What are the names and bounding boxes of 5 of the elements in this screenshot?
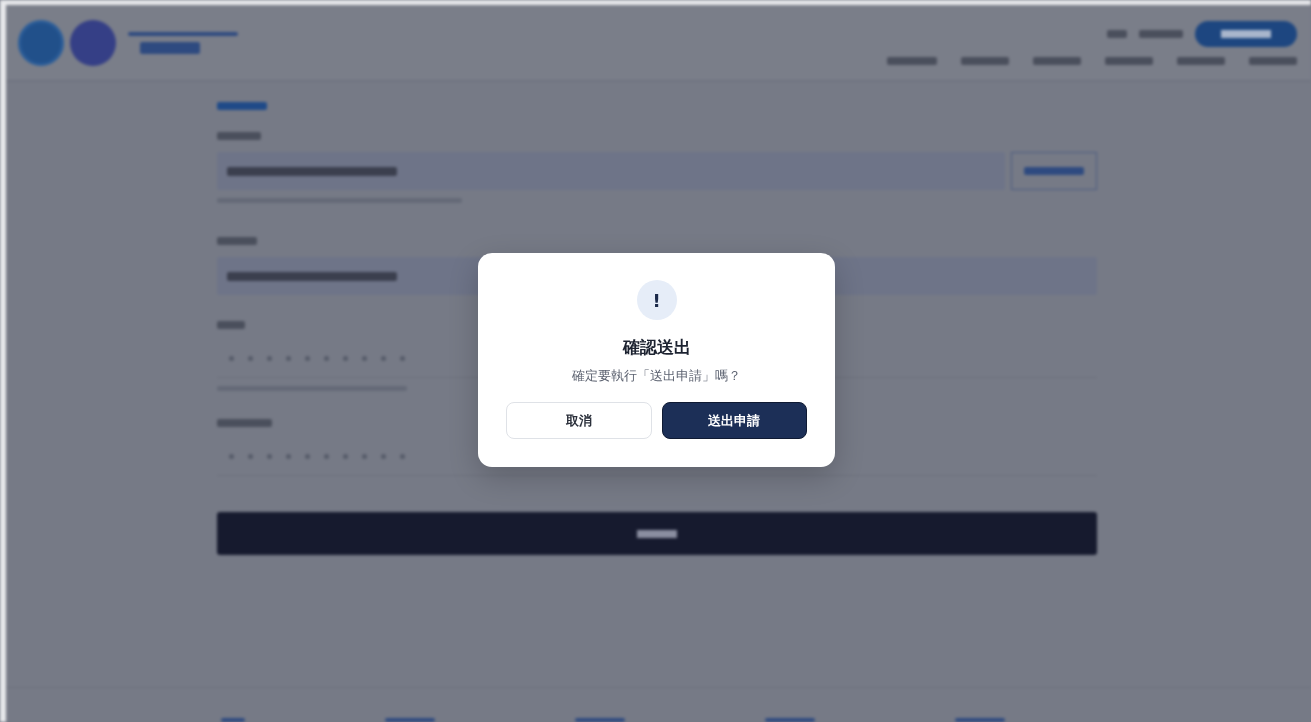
dialog-title: 確認送出 bbox=[622, 336, 691, 359]
cancel-button[interactable]: 取消 bbox=[506, 402, 652, 439]
dialog-message: 確定要執行「送出申請」嗎？ bbox=[572, 368, 741, 385]
exclamation-icon: ! bbox=[636, 280, 677, 320]
submit-button[interactable]: 送出申請 bbox=[661, 402, 807, 439]
